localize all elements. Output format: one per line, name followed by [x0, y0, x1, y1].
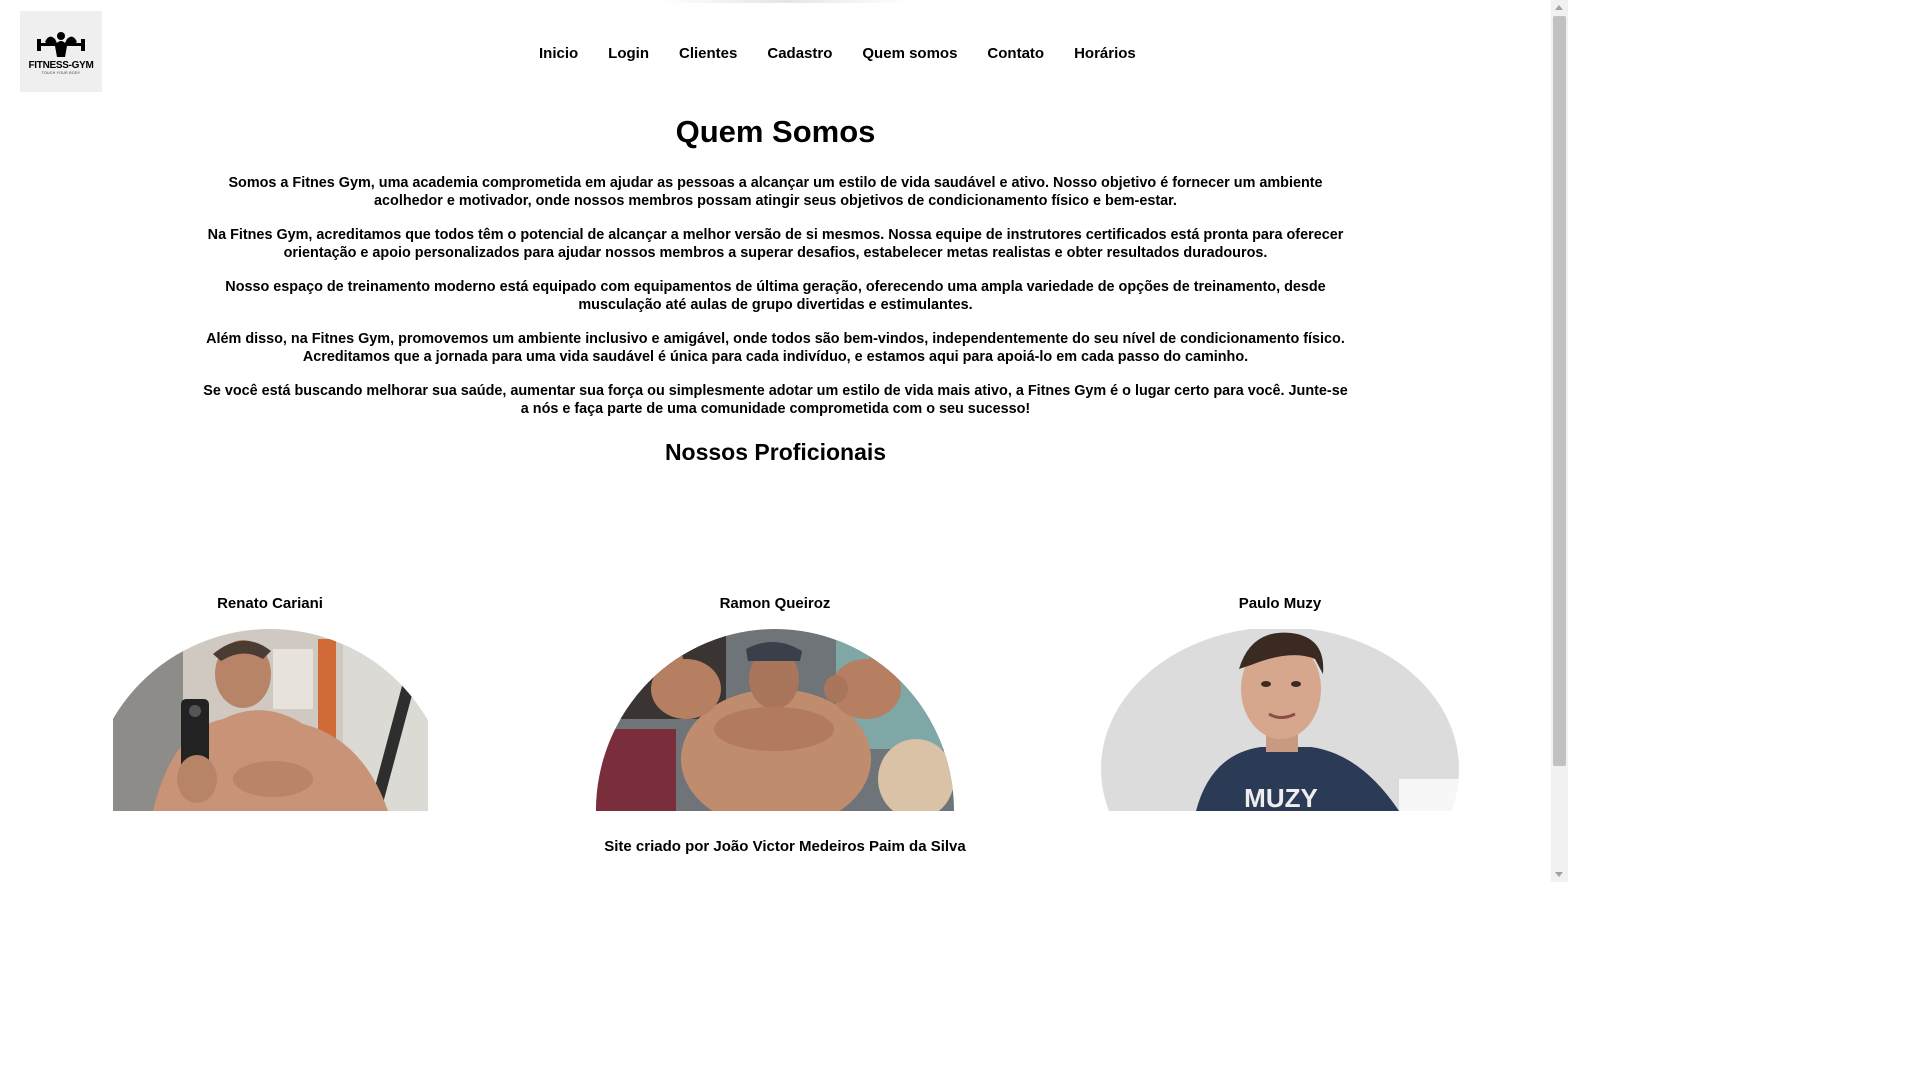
logo-tagline: TOUCH YOUR BODY — [41, 70, 81, 75]
logo-brand-text: FITNESS-GYM — [28, 59, 94, 71]
scrollbar-thumb[interactable] — [1553, 16, 1566, 766]
top-shadow — [660, 0, 910, 3]
about-text: Somos a Fitnes Gym, uma academia comprom… — [200, 174, 1351, 434]
nav-link-login[interactable]: Login — [593, 44, 664, 64]
about-paragraph: Na Fitnes Gym, acreditamos que todos têm… — [207, 227, 1344, 261]
shirt-text: MUZY — [1244, 783, 1318, 811]
nav-link-horarios[interactable]: Horários — [1059, 44, 1151, 64]
professional-photo-renato — [113, 629, 428, 811]
professional-name-paulo: Paulo Muzy — [1238, 595, 1322, 612]
bodybuilder-logo-icon — [37, 31, 85, 57]
professionals-title: Nossos Proficionais — [664, 439, 887, 465]
nav-link-contato[interactable]: Contato — [972, 44, 1059, 64]
nav-link-inicio[interactable]: Inicio — [524, 44, 593, 64]
about-paragraph: Nosso espaço de treinamento moderno está… — [225, 279, 1326, 313]
about-paragraph: Além disso, na Fitnes Gym, promovemos um… — [206, 331, 1345, 365]
scrollbar[interactable] — [1551, 0, 1568, 882]
about-paragraph: Somos a Fitnes Gym, uma academia comprom… — [228, 175, 1323, 209]
professional-name-ramon: Ramon Queiroz — [719, 595, 831, 612]
scroll-up-arrow-icon[interactable] — [1555, 5, 1563, 10]
nav-link-clientes[interactable]: Clientes — [664, 44, 752, 64]
professional-photo-paulo: MUZY — [1101, 629, 1459, 811]
professional-photo-ramon — [596, 629, 954, 811]
main-nav: Inicio Login Clientes Cadastro Quem somo… — [524, 44, 1151, 64]
nav-link-quem-somos[interactable]: Quem somos — [847, 44, 972, 64]
footer-credit: Site criado por João Victor Medeiros Pai… — [604, 838, 966, 855]
scroll-down-arrow-icon[interactable] — [1555, 872, 1563, 877]
about-paragraph: Se você está buscando melhorar sua saúde… — [203, 383, 1348, 417]
page-title: Quem Somos — [675, 114, 876, 149]
logo[interactable]: FITNESS-GYM TOUCH YOUR BODY — [20, 11, 102, 92]
nav-link-cadastro[interactable]: Cadastro — [752, 44, 847, 64]
professional-name-renato: Renato Cariani — [217, 595, 323, 612]
